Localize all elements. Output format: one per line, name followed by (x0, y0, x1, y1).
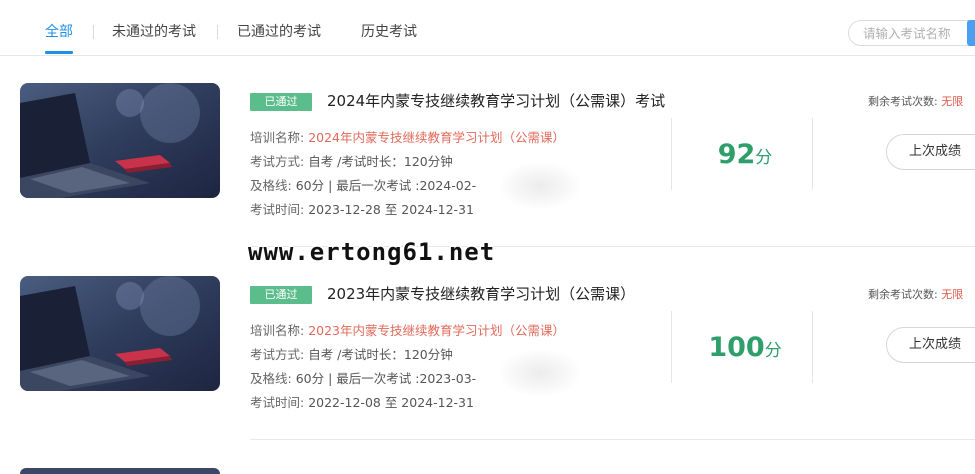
exam-search-input[interactable] (863, 24, 963, 42)
tab-failed-exams[interactable]: 未通过的考试 (112, 22, 196, 42)
card-divider (250, 439, 975, 440)
training-label: 培训名称: (250, 130, 305, 145)
laptop-photo-image (20, 276, 220, 391)
blur-smudge (500, 163, 580, 209)
time-value: 2022-12-08 至 2024-12-31 (308, 395, 474, 410)
training-name-row: 培训名称: 2023年内蒙专技继续教育学习计划（公需课） (250, 322, 565, 340)
pass-label: 及格线: (250, 178, 292, 193)
training-name-link[interactable]: 2023年内蒙专技继续教育学习计划（公需课） (308, 323, 565, 338)
blur-smudge (500, 350, 580, 396)
remaining-attempts: 剩余考试次数: 无限 (868, 286, 963, 302)
search-button[interactable] (967, 20, 975, 46)
exam-mode-row: 考试方式: 自考 /考试时长：120分钟 (250, 346, 453, 364)
mode-value: 自考 /考试时长：120分钟 (308, 347, 453, 362)
training-name-link[interactable]: 2024年内蒙专技继续教育学习计划（公需课） (308, 130, 565, 145)
course-thumbnail (20, 276, 220, 391)
column-divider (671, 118, 672, 190)
exam-title[interactable]: 2024年内蒙专技继续教育学习计划（公需课）考试 (327, 90, 665, 112)
exam-card: 已通过 2024年内蒙专技继续教育学习计划（公需课）考试 培训名称: 2024年… (0, 83, 975, 263)
mode-label: 考试方式: (250, 154, 305, 169)
exam-search-box (848, 20, 975, 46)
tab-separator (93, 25, 94, 39)
course-thumbnail-partial (20, 468, 220, 474)
pass-line-row: 及格线: 60分 | 最后一次考试 :2023-03- (250, 370, 476, 388)
remaining-value: 无限 (941, 288, 964, 301)
pass-value: 60分 | 最后一次考试 :2024-02- (295, 178, 477, 193)
exam-title[interactable]: 2023年内蒙专技继续教育学习计划（公需课） (327, 283, 635, 305)
column-divider (812, 311, 813, 383)
course-thumbnail (20, 83, 220, 198)
status-badge: 已通过 (250, 286, 312, 304)
active-tab-indicator (45, 51, 73, 54)
remaining-attempts: 剩余考试次数: 无限 (868, 93, 963, 109)
tab-history-exams[interactable]: 历史考试 (361, 22, 417, 42)
score-number: 92 (717, 139, 756, 170)
exam-mode-row: 考试方式: 自考 /考试时长：120分钟 (250, 153, 453, 171)
site-watermark: www.ertong61.net (248, 238, 496, 266)
last-score-button[interactable]: 上次成绩 (886, 327, 975, 363)
pass-line-row: 及格线: 60分 | 最后一次考试 :2024-02- (250, 177, 476, 195)
time-label: 考试时间: (250, 395, 305, 410)
tab-separator (217, 25, 218, 39)
exam-card: 已通过 2023年内蒙专技继续教育学习计划（公需课） 培训名称: 2023年内蒙… (0, 276, 975, 456)
pass-value: 60分 | 最后一次考试 :2023-03- (295, 371, 477, 386)
mode-value: 自考 /考试时长：120分钟 (308, 154, 453, 169)
training-name-row: 培训名称: 2024年内蒙专技继续教育学习计划（公需课） (250, 129, 565, 147)
score-number: 100 (708, 332, 765, 363)
mode-label: 考试方式: (250, 347, 305, 362)
last-score-button[interactable]: 上次成绩 (886, 134, 975, 170)
tab-all[interactable]: 全部 (45, 22, 73, 42)
exam-score: 92分 (690, 139, 800, 170)
remaining-label: 剩余考试次数: (868, 288, 938, 301)
pass-label: 及格线: (250, 371, 292, 386)
exam-tabs-bar: 全部 未通过的考试 已通过的考试 历史考试 (0, 0, 975, 56)
column-divider (812, 118, 813, 190)
status-badge: 已通过 (250, 93, 312, 111)
tab-passed-exams[interactable]: 已通过的考试 (237, 22, 321, 42)
exam-score: 100分 (690, 332, 800, 363)
remaining-value: 无限 (941, 95, 964, 108)
time-label: 考试时间: (250, 202, 305, 217)
exam-time-row: 考试时间: 2023-12-28 至 2024-12-31 (250, 201, 474, 219)
time-value: 2023-12-28 至 2024-12-31 (308, 202, 474, 217)
exam-time-row: 考试时间: 2022-12-08 至 2024-12-31 (250, 394, 474, 412)
remaining-label: 剩余考试次数: (868, 95, 938, 108)
training-label: 培训名称: (250, 323, 305, 338)
score-unit: 分 (755, 148, 773, 168)
column-divider (671, 311, 672, 383)
laptop-photo-image (20, 83, 220, 198)
score-unit: 分 (764, 341, 782, 361)
